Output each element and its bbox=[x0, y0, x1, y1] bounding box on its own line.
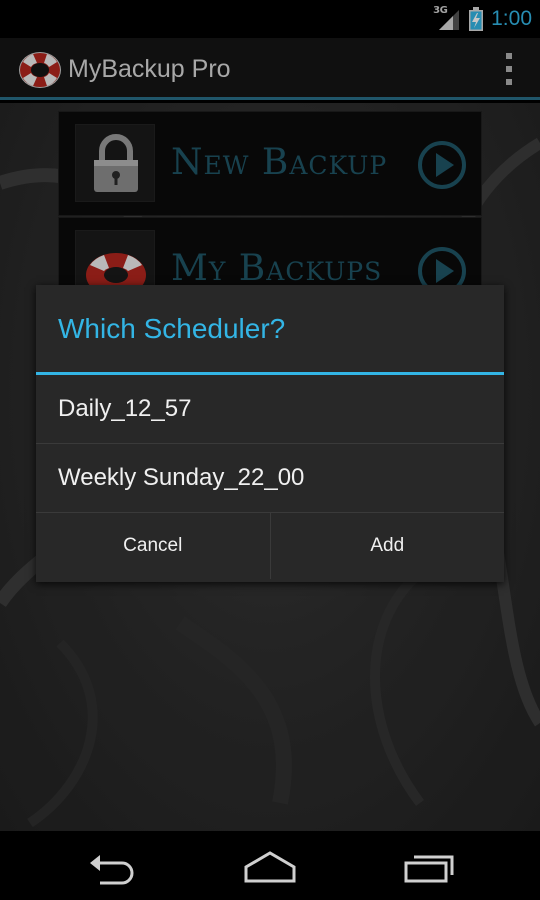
scheduler-dialog: Which Scheduler? Daily_12_57 Weekly Sund… bbox=[36, 285, 504, 582]
home-icon[interactable] bbox=[240, 843, 300, 887]
navigation-bar bbox=[0, 831, 540, 900]
dialog-title: Which Scheduler? bbox=[36, 285, 504, 375]
scheduler-option-weekly[interactable]: Weekly Sunday_22_00 bbox=[36, 444, 504, 513]
recent-apps-icon[interactable] bbox=[398, 843, 458, 887]
cancel-button[interactable]: Cancel bbox=[36, 513, 271, 579]
add-button[interactable]: Add bbox=[271, 513, 505, 579]
dialog-button-bar: Cancel Add bbox=[36, 513, 504, 579]
back-icon[interactable] bbox=[82, 843, 142, 887]
scheduler-option-daily[interactable]: Daily_12_57 bbox=[36, 375, 504, 444]
